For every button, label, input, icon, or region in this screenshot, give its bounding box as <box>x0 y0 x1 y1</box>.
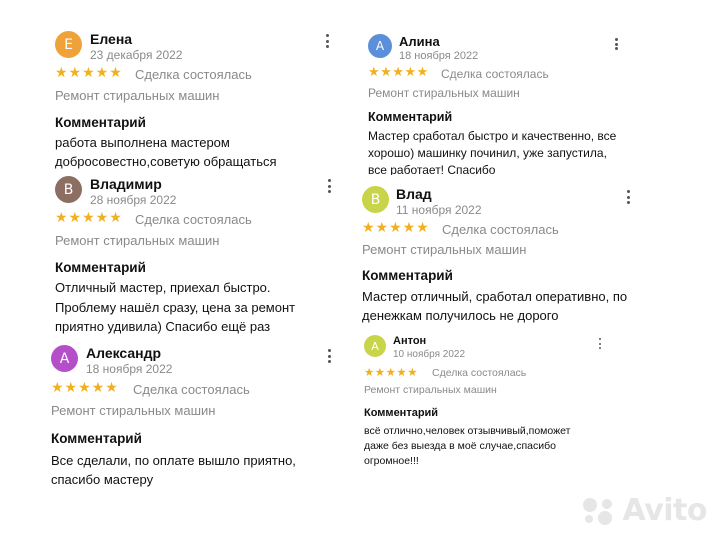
comment-line: денежкам получилось не дорого <box>362 308 559 323</box>
deal-status: Сделка состоялась <box>441 67 549 81</box>
comment-line: приятно удивила) Спасибо ещё раз <box>55 319 271 334</box>
review-date: 18 ноября 2022 <box>399 50 479 62</box>
comment-line: работа выполнена мастером <box>55 135 230 150</box>
more-options-icon[interactable] <box>612 38 620 50</box>
reviewer-name[interactable]: Антон <box>393 335 426 347</box>
comment-line: хорошо) машинку починил, уже запустила, <box>368 146 607 160</box>
deal-status: Сделка состоялась <box>432 367 527 379</box>
review-date: 18 ноября 2022 <box>86 362 173 376</box>
comment-line: Все сделали, по оплате вышло приятно, <box>51 453 296 468</box>
reviewer-name[interactable]: Влад <box>396 186 432 202</box>
comment-line: огромное!!! <box>364 455 419 467</box>
more-options-icon[interactable] <box>325 179 333 193</box>
service-name: Ремонт стиральных машин <box>51 403 216 418</box>
watermark-text: Avito <box>622 493 708 528</box>
reviewer-name[interactable]: Александр <box>86 345 161 361</box>
reviewer-name[interactable]: Владимир <box>90 176 162 192</box>
comment-text: Мастер отличный, сработал оперативно, по… <box>362 287 642 325</box>
review-date: 10 ноября 2022 <box>393 349 466 360</box>
avatar[interactable]: А <box>51 345 78 372</box>
comment-line: Отличный мастер, приехал быстро. <box>55 280 271 295</box>
reviewer-name[interactable]: Алина <box>399 34 440 49</box>
more-options-icon[interactable] <box>624 190 632 204</box>
avito-logo-icon <box>582 497 612 525</box>
review-date: 11 ноября 2022 <box>396 203 482 217</box>
avatar[interactable]: Е <box>55 31 82 58</box>
more-options-icon[interactable] <box>597 338 603 349</box>
comment-line: Проблему нашёл сразу, цена за ремонт <box>55 299 296 315</box>
rating-stars: ★★★★★ <box>368 65 429 80</box>
review-date: 23 декабря 2022 <box>90 48 183 62</box>
comment-line: добросовестно,советую обращаться <box>55 154 277 169</box>
rating-stars: ★★★★★ <box>51 380 119 396</box>
review-card: В Владимир 28 ноября 2022 ★★★★★ Сделка с… <box>55 176 345 336</box>
avatar[interactable]: В <box>55 176 82 203</box>
more-options-icon[interactable] <box>325 349 333 363</box>
rating-stars: ★★★★★ <box>362 220 430 236</box>
deal-status: Сделка состоялась <box>442 222 559 237</box>
comment-line: спасибо мастеру <box>51 472 154 487</box>
review-card: А Антон 10 ноября 2022 ★★★★★ Сделка сост… <box>364 335 614 475</box>
comment-title: Комментарий <box>55 115 146 130</box>
comment-text: Отличный мастер, приехал быстро. Проблем… <box>55 278 345 337</box>
comment-title: Комментарий <box>364 407 439 419</box>
comment-line: всё отлично,человек отзывчивый,поможет <box>364 425 571 437</box>
service-name: Ремонт стиральных машин <box>368 86 520 100</box>
comment-title: Комментарий <box>51 431 142 446</box>
service-name: Ремонт стиральных машин <box>364 384 497 396</box>
comment-line: Мастер отличный, сработал оперативно, по <box>362 289 628 304</box>
comment-text: всё отлично,человек отзывчивый,поможет д… <box>364 424 614 469</box>
comment-line: все работает! Спасибо <box>368 163 496 175</box>
more-options-icon[interactable] <box>323 34 331 48</box>
rating-stars: ★★★★★ <box>55 65 123 81</box>
reviewer-name[interactable]: Елена <box>90 31 132 47</box>
review-date: 28 ноября 2022 <box>90 193 177 207</box>
comment-line: Мастер сработал быстро и качественно, вс… <box>368 129 617 143</box>
review-card: А Александр 18 ноября 2022 ★★★★★ Сделка … <box>51 345 341 490</box>
deal-status: Сделка состоялась <box>135 67 252 82</box>
avatar[interactable]: А <box>368 34 392 58</box>
comment-line: даже без выезда в моё случае,спасибо <box>364 440 556 452</box>
service-name: Ремонт стиральных машин <box>55 233 220 248</box>
watermark: Avito <box>581 493 708 528</box>
rating-stars: ★★★★★ <box>364 365 419 379</box>
avatar[interactable]: А <box>364 335 386 357</box>
avatar[interactable]: В <box>362 186 389 213</box>
comment-text: Все сделали, по оплате вышло приятно, сп… <box>51 451 341 489</box>
comment-text: работа выполнена мастером добросовестно,… <box>55 133 345 171</box>
rating-stars: ★★★★★ <box>55 210 123 226</box>
comment-title: Комментарий <box>362 268 453 283</box>
comment-title: Комментарий <box>368 110 453 124</box>
review-card: Е Елена 23 декабря 2022 ★★★★★ Сделка сос… <box>55 31 345 171</box>
comment-text: Мастер сработал быстро и качественно, вс… <box>368 128 628 175</box>
review-card: А Алина 18 ноября 2022 ★★★★★ Сделка сост… <box>368 34 628 175</box>
deal-status: Сделка состоялась <box>135 212 252 227</box>
review-card: В Влад 11 ноября 2022 ★★★★★ Сделка состо… <box>362 186 642 326</box>
service-name: Ремонт стиральных машин <box>55 88 220 103</box>
comment-title: Комментарий <box>55 260 146 275</box>
deal-status: Сделка состоялась <box>133 382 250 397</box>
service-name: Ремонт стиральных машин <box>362 242 527 257</box>
